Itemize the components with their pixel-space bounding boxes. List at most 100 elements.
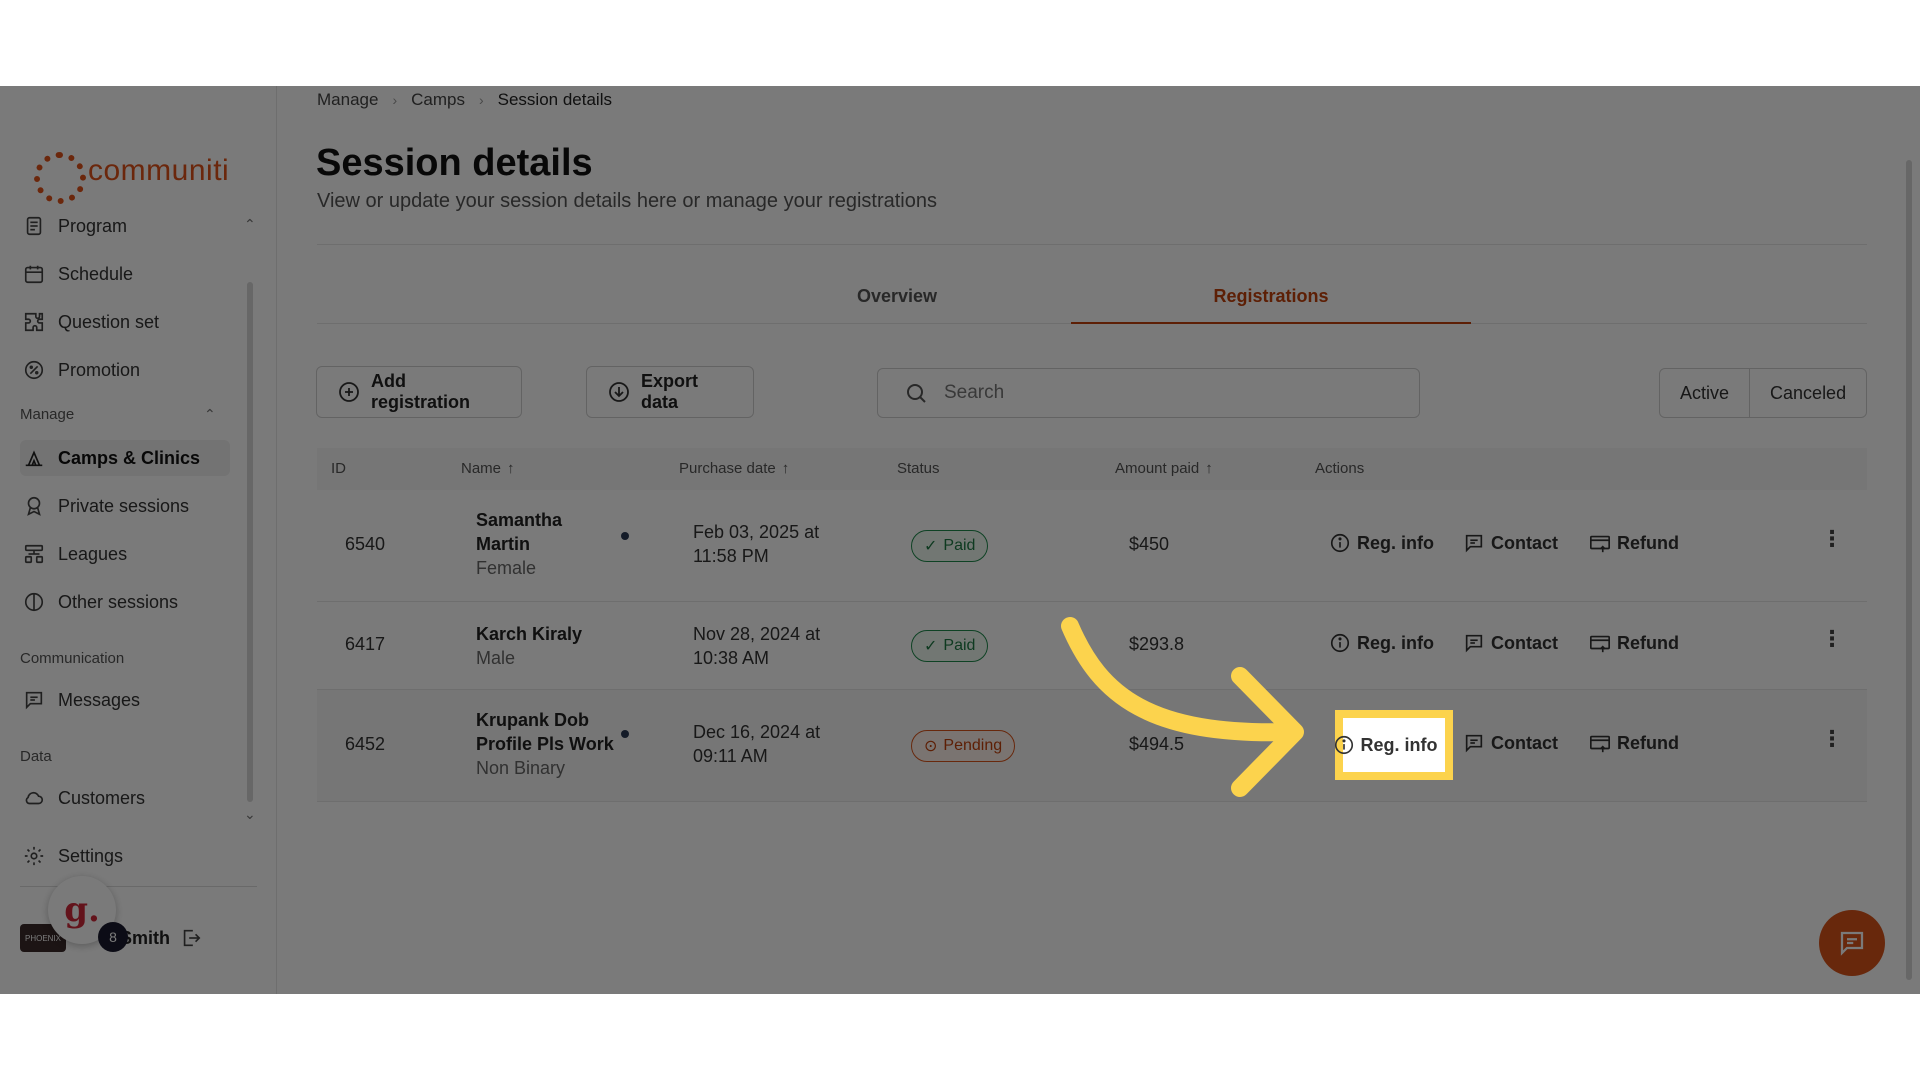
puzzle-icon [22,310,46,334]
column-header-id[interactable]: ID [331,460,346,477]
indicator-dot [621,730,629,738]
tutorial-arrow-icon [1061,617,1304,797]
contact-button[interactable]: Contact [1463,532,1558,554]
camp-icon [22,446,46,470]
sidebar-item-label: Question set [58,311,160,332]
column-header-status[interactable]: Status [897,460,940,477]
page-title: Session details [316,142,593,184]
brand-logo[interactable]: communiti [34,152,229,204]
cloud-icon [22,786,46,810]
contact-button[interactable]: Contact [1463,632,1558,654]
reg-info-button[interactable]: Reg. info [1329,632,1434,654]
action-label: Contact [1491,732,1558,753]
calendar-icon [22,262,46,286]
column-header-actions: Actions [1315,460,1364,477]
header-label: Amount paid [1115,460,1200,477]
action-label: Refund [1617,732,1679,753]
sidebar-item-schedule[interactable]: Schedule [22,256,232,292]
sidebar-item-private-sessions[interactable]: Private sessions [22,488,232,524]
info-icon [1329,532,1351,554]
half-circle-icon [22,590,46,614]
search-input[interactable] [944,382,1384,404]
message-icon [22,688,46,712]
column-header-name[interactable]: Name ↑ [461,460,515,477]
date-line: Feb 03, 2025 at [693,522,820,542]
highlighted-reg-info-button[interactable]: Reg. info [1334,710,1453,780]
action-label: Refund [1617,632,1679,653]
logout-icon[interactable] [180,927,202,949]
sidebar-item-label: Messages [58,689,141,710]
filter-canceled-button[interactable]: Canceled [1749,369,1866,417]
chat-support-button[interactable] [1819,910,1885,976]
filter-active-button[interactable]: Active [1660,369,1749,417]
table-row[interactable]: 6540 Samantha Martin Female Feb 03, 2025… [317,490,1867,602]
row-purchase-date: Nov 28, 2024 at 10:38 AM [693,622,820,670]
column-header-purchase-date[interactable]: Purchase date ↑ [679,460,789,477]
name-line: Martin [476,534,530,554]
gender-label: Non Binary [476,758,566,778]
refund-button[interactable]: Refund [1589,732,1679,754]
status-badge: ✓ Paid [911,630,989,662]
action-label: Contact [1491,532,1558,553]
breadcrumb-manage[interactable]: Manage [317,90,378,110]
gender-label: Male [476,648,516,668]
download-circle-icon [607,380,631,404]
leagues-icon [22,542,46,566]
sidebar-item-question-set[interactable]: Question set [22,304,232,340]
action-label: Reg. info [1360,734,1438,755]
message-icon [1463,732,1485,754]
date-line: 09:11 AM [693,746,768,766]
row-id: 6452 [345,734,386,754]
button-label: Add registration [371,371,471,412]
row-amount: $450 [1129,534,1170,554]
sidebar-item-program[interactable]: Program [22,208,232,244]
chevron-up-icon[interactable]: ⌃ [204,406,216,423]
sidebar-item-camps-clinics[interactable]: Camps & Clinics [20,440,230,476]
more-options-icon[interactable]: ⋮ [1821,626,1843,652]
button-label: Export data [641,371,699,412]
sort-arrow-up-icon: ↑ [781,460,790,477]
action-label: Reg. info [1357,532,1434,553]
sidebar-item-leagues[interactable]: Leagues [22,536,232,572]
sidebar-item-promotion[interactable]: Promotion [22,352,232,388]
sidebar-item-label: Camps & Clinics [58,447,201,468]
more-options-icon[interactable]: ⋮ [1821,726,1843,752]
refund-button[interactable]: Refund [1589,632,1679,654]
sidebar-item-other-sessions[interactable]: Other sessions [22,584,232,620]
row-name[interactable]: Krupank Dob Profile Pls Work Non Binary [476,708,614,780]
chevron-down-icon[interactable]: ⌄ [244,806,256,823]
check-icon: ✓ [924,538,938,555]
row-name[interactable]: Karch Kiraly Male [476,622,582,670]
date-line: Dec 16, 2024 at [693,722,821,742]
tab-registrations[interactable]: Registrations [1071,282,1471,324]
row-purchase-date: Feb 03, 2025 at 11:58 PM [693,520,819,568]
logo-ring-icon [34,152,86,204]
chat-icon [1840,931,1864,956]
refund-card-icon [1589,632,1611,654]
breadcrumb-camps[interactable]: Camps [411,90,465,110]
sidebar: communiti Program ⌃ Schedule Question se… [0,86,277,994]
name-line: Krupank Dob [476,710,590,730]
header-label: Actions [1315,460,1365,477]
message-icon [1463,632,1485,654]
sidebar-item-label: Settings [58,845,124,866]
name-line: Profile Pls Work [476,734,614,754]
export-data-button[interactable]: Export data [586,366,754,418]
chevron-right-icon: › [392,92,398,108]
column-header-amount-paid[interactable]: Amount paid ↑ [1115,460,1213,477]
sidebar-item-messages[interactable]: Messages [22,682,232,718]
row-name[interactable]: Samantha Martin Female [476,508,562,580]
sidebar-item-settings[interactable]: Settings [22,838,232,874]
sidebar-item-label: Leagues [58,543,128,564]
more-options-icon[interactable]: ⋮ [1821,526,1843,552]
reg-info-button[interactable]: Reg. info [1329,532,1434,554]
main-scrollbar[interactable] [1906,160,1912,980]
refund-button[interactable]: Refund [1589,532,1679,554]
add-registration-button[interactable]: Add registration [316,366,522,418]
tab-overview[interactable]: Overview [697,282,1097,324]
chevron-up-icon[interactable]: ⌃ [244,216,256,233]
name-line: Samantha [476,510,563,530]
sidebar-scrollbar[interactable] [247,282,253,802]
sidebar-item-customers[interactable]: Customers [22,780,232,816]
contact-button[interactable]: Contact [1463,732,1558,754]
